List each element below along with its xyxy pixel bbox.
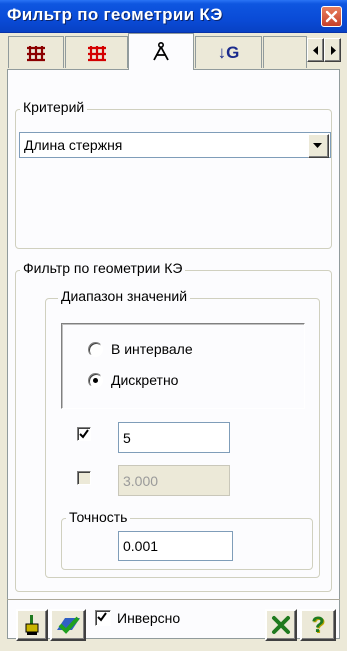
invert-label: Инверсно — [117, 610, 181, 626]
range-legend: Диапазон значений — [58, 288, 191, 304]
element-grid-icon — [87, 45, 106, 61]
value1-input[interactable]: 5 — [118, 422, 230, 453]
checkmark-icon — [97, 612, 107, 622]
help-button[interactable]: ? — [300, 609, 336, 641]
help-icon: ? — [311, 612, 325, 637]
value2-input[interactable]: 3.000 — [118, 465, 230, 496]
radio-discrete[interactable]: Дискретно — [88, 372, 178, 388]
criterion-legend: Критерий — [20, 99, 88, 115]
arrow-left-icon — [312, 45, 318, 55]
tab-scroll-right[interactable] — [324, 38, 341, 62]
value2-checkbox[interactable] — [77, 471, 91, 485]
radio-interval-label: В интервале — [111, 341, 193, 357]
tab-partial[interactable] — [263, 36, 307, 68]
criterion-select[interactable]: Длина стержня — [19, 132, 331, 158]
invert-checkbox[interactable] — [95, 610, 111, 626]
filter-legend: Фильтр по геометрии КЭ — [20, 260, 186, 276]
criterion-dropdown-button[interactable] — [308, 134, 329, 158]
tab-scroll-left[interactable] — [307, 38, 324, 62]
criterion-group — [15, 109, 332, 249]
chevron-down-icon — [313, 143, 322, 148]
tab-element-grid[interactable] — [65, 36, 128, 68]
radio-interval[interactable]: В интервале — [88, 341, 193, 357]
tab-grid[interactable] — [8, 36, 64, 68]
hand-pointer-icon — [25, 615, 39, 635]
criterion-value: Длина стержня — [24, 137, 123, 153]
select-by-filter-button[interactable] — [50, 609, 86, 641]
green-x-icon — [272, 616, 290, 634]
radio-discrete-label: Дискретно — [111, 372, 179, 388]
invert-option[interactable]: Инверсно — [95, 610, 180, 626]
close-icon — [325, 10, 338, 23]
radio-selected-dot — [93, 377, 98, 383]
tab-geometry[interactable] — [128, 33, 194, 70]
window-title: Фильтр по геометрии КЭ — [7, 5, 223, 24]
arrow-right-icon — [330, 45, 336, 55]
precision-legend: Точность — [66, 509, 131, 525]
green-check-icon — [57, 616, 80, 634]
cancel-button[interactable] — [265, 609, 297, 641]
tab-scroll — [307, 38, 341, 62]
radio-interval-circle[interactable] — [88, 341, 103, 357]
close-button[interactable] — [321, 6, 342, 27]
arrow-g-icon: ↓G — [217, 42, 240, 62]
grid-icon — [27, 45, 45, 61]
value1-checkbox[interactable] — [77, 427, 91, 441]
tab-direction[interactable]: ↓G — [195, 36, 262, 68]
precision-input[interactable]: 0.001 — [118, 531, 233, 561]
compass-icon — [153, 41, 169, 61]
toolbar-separator — [7, 599, 340, 600]
radio-discrete-circle[interactable] — [88, 372, 103, 388]
mode-box — [61, 323, 305, 409]
checkmark-icon — [79, 429, 89, 439]
apply-button[interactable] — [16, 609, 48, 641]
